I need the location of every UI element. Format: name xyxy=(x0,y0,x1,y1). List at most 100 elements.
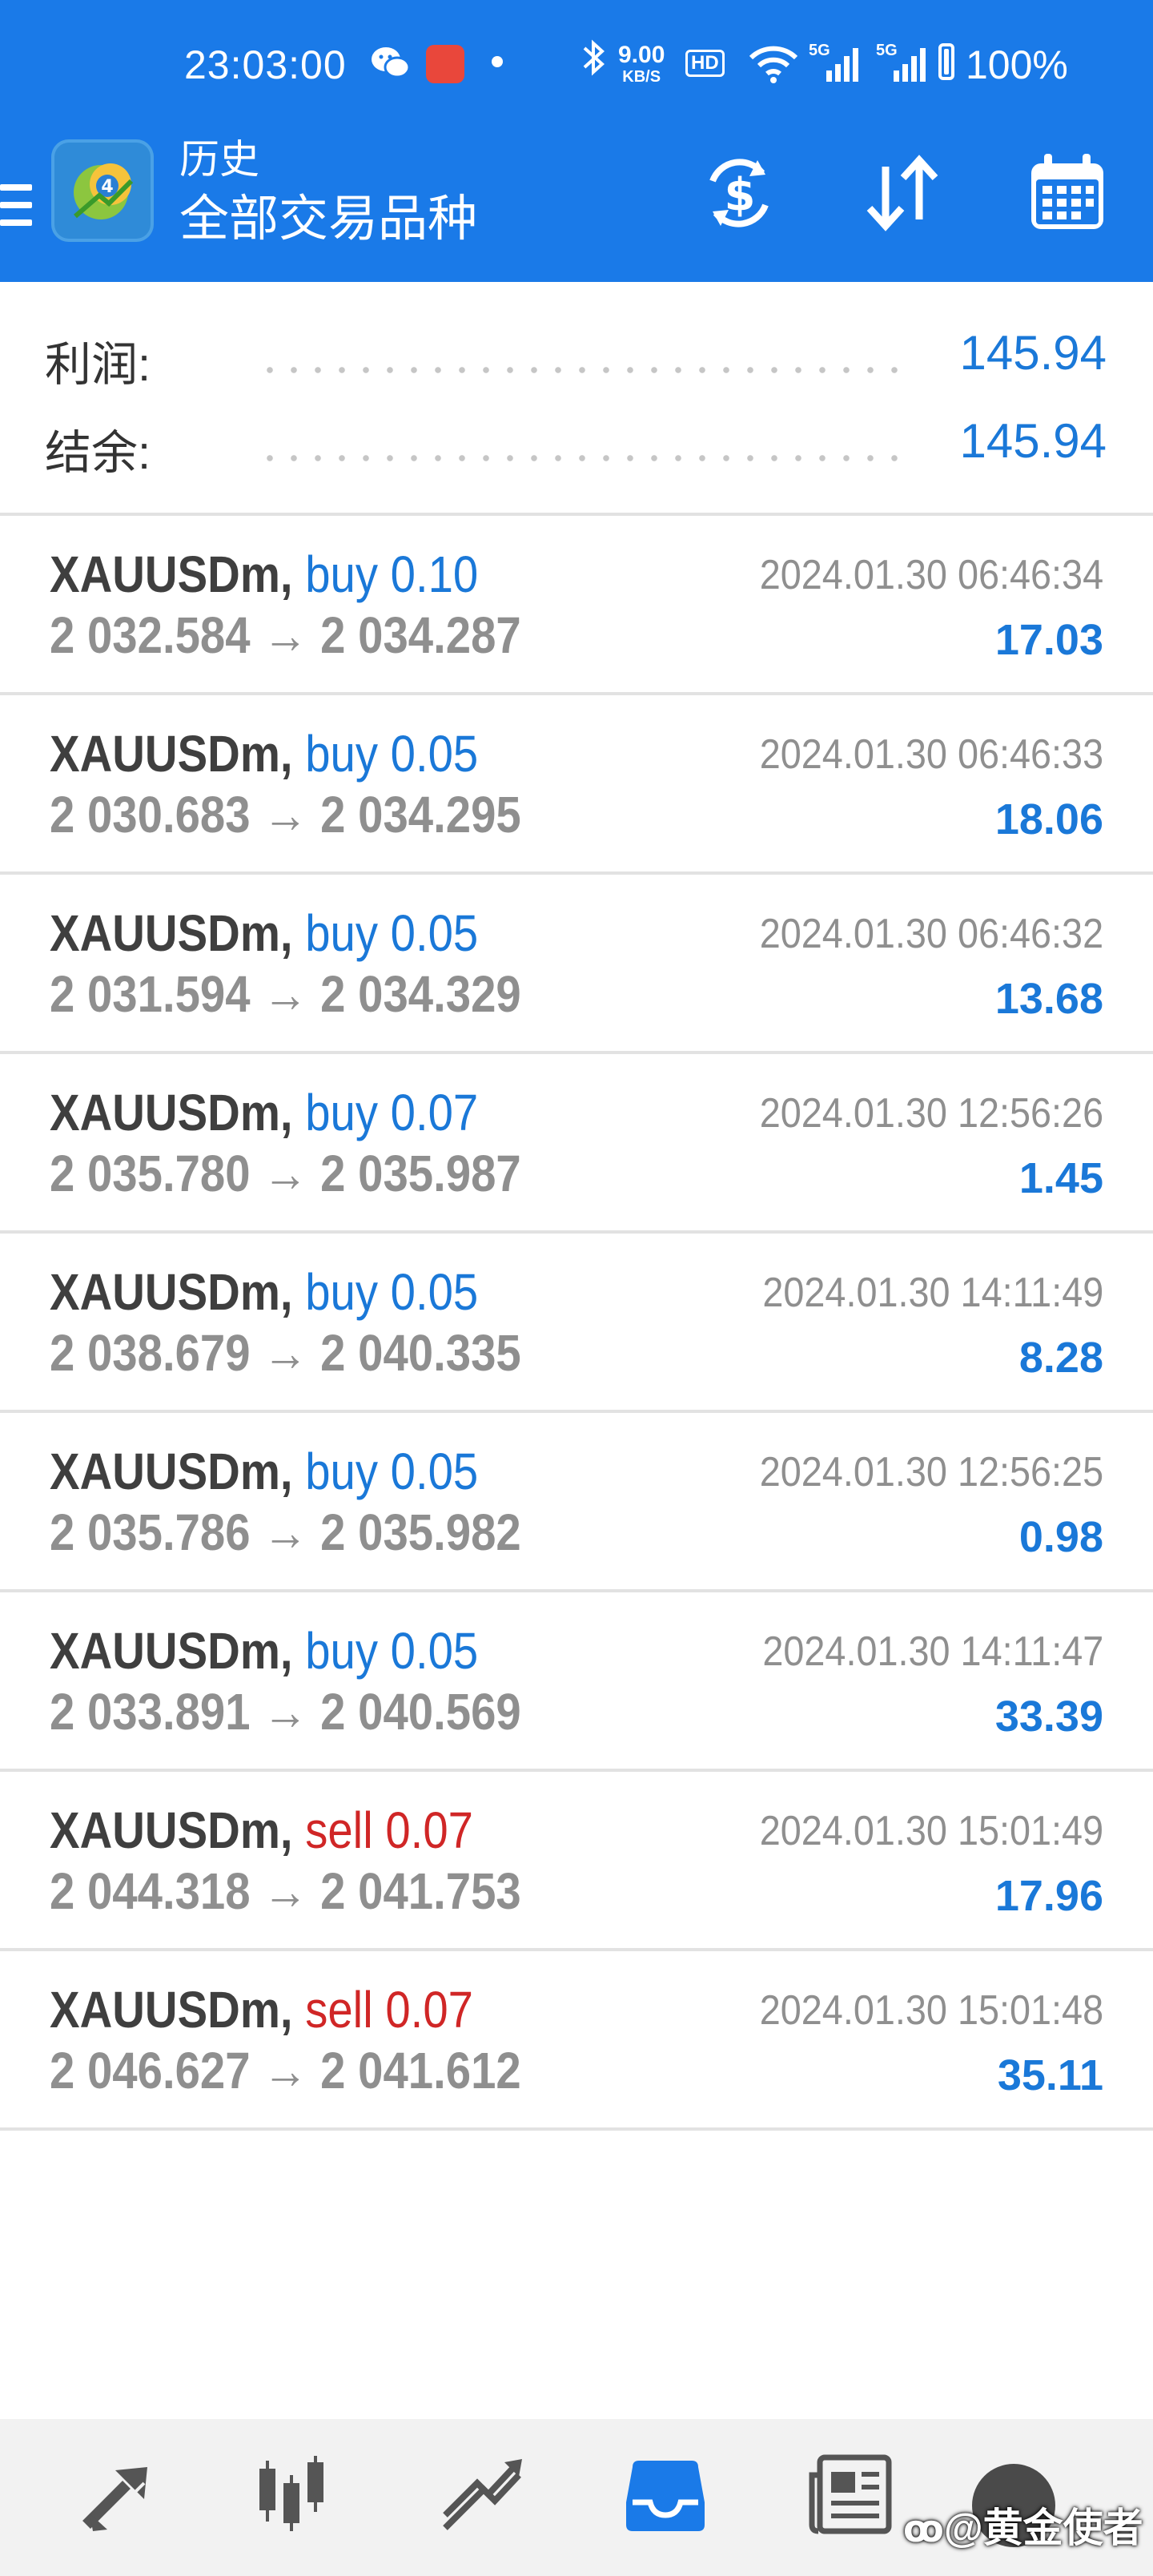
trade-direction: sell xyxy=(305,1981,373,2039)
svg-text:$: $ xyxy=(725,169,756,221)
trade-prices: 2 035.780 → 2 035.987 xyxy=(50,1144,521,1203)
trade-side: sell 0.07 xyxy=(305,1981,473,2039)
news-icon[interactable] xyxy=(809,2451,897,2539)
trade-time: 2024.01.30 14:11:47 xyxy=(762,1628,1103,1675)
chart-icon[interactable] xyxy=(253,2451,341,2539)
trade-symbol-line: XAUUSDm, buy 0.05 xyxy=(50,904,478,963)
trade-side: buy 0.05 xyxy=(305,1443,478,1500)
trade-time: 2024.01.30 12:56:26 xyxy=(759,1090,1103,1137)
trade-symbol: XAUUSDm, xyxy=(50,1443,293,1500)
arrow-right-icon: → xyxy=(263,786,308,843)
trade-time: 2024.01.30 15:01:48 xyxy=(759,1987,1103,2034)
trade-prices: 2 038.679 → 2 040.335 xyxy=(50,1323,521,1383)
trade-direction: buy xyxy=(305,1622,378,1680)
leader-dots xyxy=(258,455,913,461)
trade-time: 2024.01.30 15:01:49 xyxy=(759,1808,1103,1854)
arrow-right-icon: → xyxy=(263,1862,308,1920)
menu-icon[interactable] xyxy=(0,178,34,234)
network-speed: 9.00 KB/S xyxy=(618,43,665,87)
trade-direction: buy xyxy=(305,545,378,603)
trade-symbol: XAUUSDm, xyxy=(50,545,293,603)
trade-row[interactable]: XAUUSDm, buy 0.05 2 033.891 → 2 040.569 20… xyxy=(0,1592,1153,1769)
trade-direction: sell xyxy=(305,1801,373,1859)
balance-value: 145.94 xyxy=(959,414,1107,468)
trade-volume: 0.07 xyxy=(385,1981,473,2039)
trade-side: sell 0.07 xyxy=(305,1801,473,1859)
summary-panel: 利润: 145.94 结余: 145.94 xyxy=(0,282,1153,514)
history-icon[interactable] xyxy=(621,2451,709,2539)
trade-row[interactable]: XAUUSDm, buy 0.05 2 030.683 → 2 034.295 20… xyxy=(0,695,1153,871)
signal-label-2: 5G xyxy=(876,42,898,59)
trade-volume: 0.05 xyxy=(390,1443,479,1500)
trade-time: 2024.01.30 14:11:49 xyxy=(762,1270,1103,1316)
trade-prices: 2 033.891 → 2 040.569 xyxy=(50,1682,521,1741)
trade-volume: 0.05 xyxy=(390,1622,479,1680)
network-speed-value: 9.00 xyxy=(618,42,665,68)
watermark-text: @黄金使者 xyxy=(943,2506,1143,2550)
battery-icon xyxy=(938,43,954,80)
trade-symbol-line: XAUUSDm, sell 0.07 xyxy=(50,1801,473,1860)
currency-exchange-icon[interactable]: $ xyxy=(695,149,783,237)
trade-direction: buy xyxy=(305,725,378,783)
trade-time: 2024.01.30 06:46:32 xyxy=(759,911,1103,957)
signal-5g-icon-1: 5G xyxy=(809,42,860,87)
calendar-icon[interactable] xyxy=(1023,149,1111,237)
profit-label: 利润: xyxy=(45,339,151,391)
trade-direction: buy xyxy=(305,1084,378,1141)
trade-symbol: XAUUSDm, xyxy=(50,725,293,783)
trade-symbol-line: XAUUSDm, buy 0.05 xyxy=(50,1621,478,1680)
trade-row[interactable]: XAUUSDm, buy 0.07 2 035.780 → 2 035.987 20… xyxy=(0,1054,1153,1230)
arrow-right-icon: → xyxy=(263,1324,308,1382)
trade-side: buy 0.05 xyxy=(305,1622,478,1680)
trade-row[interactable]: XAUUSDm, sell 0.07 2 044.318 → 2 041.753 2… xyxy=(0,1772,1153,1948)
close-price: 2 035.987 xyxy=(320,1145,521,1202)
page-title: 历史 xyxy=(179,137,259,182)
sort-icon[interactable] xyxy=(858,149,946,237)
app-logo: 4 xyxy=(51,139,154,242)
open-price: 2 035.780 xyxy=(50,1145,251,1202)
close-price: 2 041.612 xyxy=(320,2042,521,2099)
close-price: 2 035.982 xyxy=(320,1503,521,1561)
trade-prices: 2 031.594 → 2 034.329 xyxy=(50,964,521,1024)
trade-row[interactable]: XAUUSDm, buy 0.05 2 035.786 → 2 035.982 20… xyxy=(0,1413,1153,1589)
arrow-right-icon: → xyxy=(263,1503,308,1561)
close-price: 2 041.753 xyxy=(320,1862,521,1920)
trade-side: buy 0.05 xyxy=(305,725,478,783)
trade-symbol-line: XAUUSDm, buy 0.10 xyxy=(50,545,478,604)
close-price: 2 034.295 xyxy=(320,786,521,843)
trade-time: 2024.01.30 12:56:25 xyxy=(759,1449,1103,1495)
row-divider xyxy=(0,2127,1153,2131)
arrow-right-icon: → xyxy=(263,2042,308,2099)
balance-label: 结余: xyxy=(45,427,151,479)
open-price: 2 033.891 xyxy=(50,1683,251,1741)
trade-volume: 0.07 xyxy=(390,1084,479,1141)
trade-symbol-line: XAUUSDm, sell 0.07 xyxy=(50,1980,473,2039)
watermark-logo-icon: ꝏ xyxy=(903,2508,944,2550)
symbol-filter[interactable]: 全部交易品种 xyxy=(179,187,477,252)
wechat-icon xyxy=(370,43,412,86)
close-price: 2 040.569 xyxy=(320,1683,521,1741)
trade-icon[interactable] xyxy=(439,2451,527,2539)
trade-row[interactable]: XAUUSDm, buy 0.10 2 032.584 → 2 034.287 20… xyxy=(0,516,1153,692)
trade-direction: buy xyxy=(305,1443,378,1500)
arrow-right-icon: → xyxy=(263,606,308,664)
open-price: 2 030.683 xyxy=(50,786,251,843)
trade-side: buy 0.07 xyxy=(305,1084,478,1141)
open-price: 2 032.584 xyxy=(50,606,251,664)
trade-row[interactable]: XAUUSDm, buy 0.05 2 038.679 → 2 040.335 20… xyxy=(0,1234,1153,1410)
trade-time: 2024.01.30 06:46:34 xyxy=(759,552,1103,598)
quotes-icon[interactable] xyxy=(75,2451,163,2539)
trade-prices: 2 030.683 → 2 034.295 xyxy=(50,785,521,844)
open-price: 2 046.627 xyxy=(50,2042,251,2099)
app-notification-icon xyxy=(426,45,464,83)
trade-row[interactable]: XAUUSDm, buy 0.05 2 031.594 → 2 034.329 20… xyxy=(0,875,1153,1051)
wifi-icon xyxy=(748,43,799,87)
trade-profit: 18.06 xyxy=(994,795,1103,843)
trade-profit: 17.03 xyxy=(994,616,1103,664)
trade-row[interactable]: XAUUSDm, sell 0.07 2 046.627 → 2 041.612 2… xyxy=(0,1951,1153,2127)
close-price: 2 034.287 xyxy=(320,606,521,664)
trade-profit: 0.98 xyxy=(1018,1513,1103,1561)
trade-direction: buy xyxy=(305,904,378,962)
bluetooth-icon xyxy=(578,35,610,91)
leader-dots xyxy=(258,367,913,373)
